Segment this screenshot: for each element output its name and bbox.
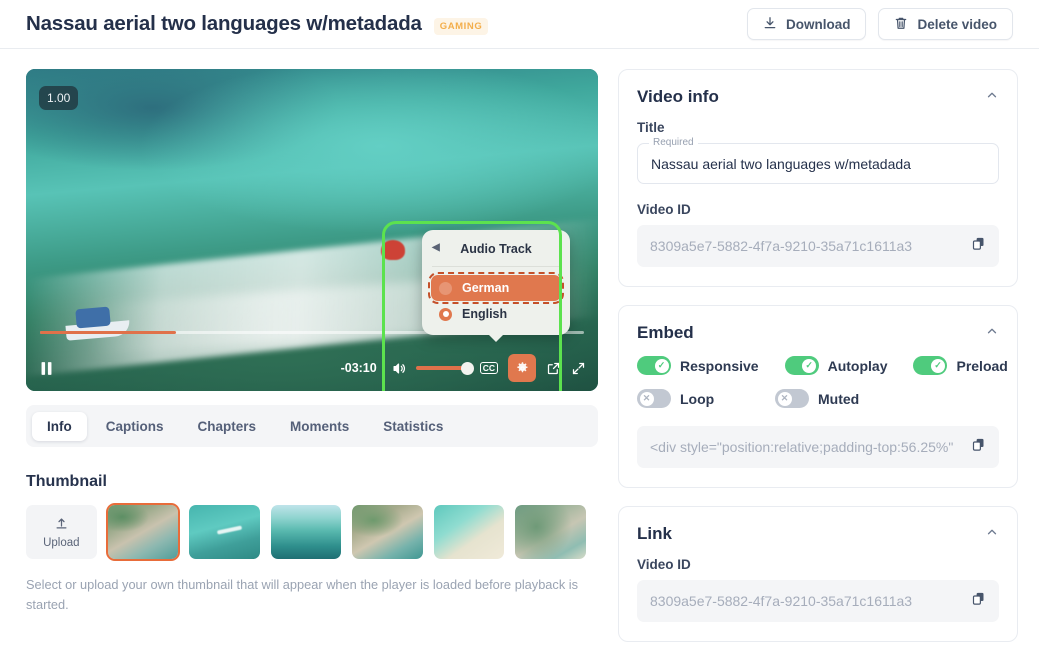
toggle-autoplay-label: Autoplay	[827, 357, 888, 374]
delete-video-button[interactable]: Delete video	[878, 8, 1013, 40]
player-controls: -03:10 CC	[26, 345, 598, 391]
toggle-preload[interactable]: ✓ Preload	[913, 356, 1008, 375]
audio-track-option-label: English	[462, 307, 508, 321]
playback-speed-badge: 1.00	[39, 86, 79, 110]
fullscreen-icon[interactable]	[571, 361, 586, 376]
captions-icon[interactable]: CC	[479, 361, 498, 375]
audio-track-menu[interactable]: ◀ Audio Track German English	[422, 230, 570, 342]
title-input[interactable]	[651, 155, 985, 172]
toggle-switch-icon: ✕	[637, 389, 671, 408]
thumbnail-option-2[interactable]	[189, 505, 260, 559]
video-id-field-label: Video ID	[637, 202, 691, 217]
embed-code-field-wrapper	[637, 426, 999, 468]
download-button[interactable]: Download	[746, 8, 867, 40]
copy-icon[interactable]	[963, 236, 986, 256]
radio-icon	[439, 281, 452, 295]
volume-slider[interactable]	[415, 361, 474, 375]
thumbnail-option-3[interactable]	[270, 505, 342, 559]
link-title: Link	[637, 524, 672, 543]
page-title: Nassau aerial two languages w/metadada	[26, 12, 422, 35]
audio-track-menu-header: ◀ Audio Track	[432, 239, 560, 267]
toggle-autoplay[interactable]: ✓ Autoplay	[784, 356, 888, 375]
toggle-muted-label: Muted	[818, 390, 860, 407]
time-remaining: -03:10	[340, 361, 377, 375]
video-player[interactable]: 1.00 ◀ Audio Track German English -03:10…	[26, 69, 598, 391]
link-video-id-field-wrapper	[637, 580, 999, 622]
toggle-switch-icon: ✓	[784, 356, 819, 375]
toggle-loop[interactable]: ✕ Loop	[637, 389, 749, 408]
tab-statistics[interactable]: Statistics	[368, 412, 458, 441]
video-info-title: Video info	[637, 87, 719, 106]
audio-track-option-label: German	[462, 281, 510, 295]
thumbnail-help-text: Select or upload your own thumbnail that…	[26, 577, 579, 613]
header-actions: Download Delete video	[746, 8, 1013, 40]
volume-icon[interactable]	[391, 361, 406, 376]
video-info-card-header: Video info	[637, 87, 999, 107]
video-id-field-wrapper	[637, 225, 999, 267]
video-id-input[interactable]	[650, 238, 963, 254]
chevron-up-icon[interactable]	[985, 324, 999, 343]
left-column: 1.00 ◀ Audio Track German English -03:10…	[0, 49, 612, 653]
title-field-wrapper: Required	[637, 137, 999, 184]
toggle-responsive[interactable]: ✓ Responsive	[637, 356, 759, 375]
thumbnail-option-5[interactable]	[433, 505, 505, 559]
tab-info[interactable]: Info	[32, 411, 87, 441]
video-info-card: Video info Title Required Video ID	[618, 69, 1018, 287]
thumbnail-option-4[interactable]	[352, 505, 423, 559]
thumbnail-list: Upload	[26, 503, 587, 561]
audio-track-option-german[interactable]: German	[428, 272, 564, 304]
open-external-icon[interactable]	[546, 361, 561, 376]
download-label: Download	[785, 16, 851, 32]
trash-icon	[894, 16, 908, 33]
embed-toggle-row-2: ✕ Loop ✕ Muted	[637, 389, 999, 408]
chevron-up-icon[interactable]	[985, 525, 999, 544]
delete-video-label: Delete video	[917, 16, 997, 32]
right-column: Video info Title Required Video ID	[612, 49, 1039, 653]
tab-moments[interactable]: Moments	[275, 412, 364, 441]
audio-track-option-english[interactable]: English	[431, 301, 561, 327]
back-chevron-icon[interactable]: ◀	[432, 242, 440, 253]
toggle-loop-label: Loop	[680, 390, 715, 407]
link-video-id-input[interactable]	[650, 593, 963, 609]
page-header: Nassau aerial two languages w/metadada G…	[0, 0, 1039, 49]
download-icon	[763, 16, 777, 33]
radio-icon	[439, 307, 452, 321]
thumbnail-upload-button[interactable]: Upload	[26, 505, 97, 559]
toggle-switch-icon: ✕	[775, 389, 809, 408]
status-badge: GAMING	[433, 17, 489, 35]
toggle-muted[interactable]: ✕ Muted	[775, 389, 859, 408]
video-buoy-decor	[380, 239, 405, 260]
thumbnail-section-title: Thumbnail	[26, 473, 107, 490]
link-video-id-label: Video ID	[637, 557, 691, 572]
embed-card-header: Embed	[637, 323, 999, 343]
embed-card: Embed ✓ Responsive ✓ Autoplay ✓ Preload	[618, 305, 1018, 488]
title-field-legend: Required	[649, 137, 698, 148]
embed-toggle-row-1: ✓ Responsive ✓ Autoplay ✓ Preload	[637, 356, 1008, 375]
link-card: Link Video ID	[618, 506, 1018, 642]
title-field-label: Title	[637, 120, 665, 135]
upload-icon	[54, 516, 69, 534]
content-tabs: Info Captions Chapters Moments Statistic…	[26, 405, 598, 447]
thumbnail-upload-label: Upload	[43, 536, 80, 549]
embed-title: Embed	[637, 323, 694, 342]
toggle-switch-icon: ✓	[913, 356, 948, 375]
toggle-switch-icon: ✓	[637, 356, 671, 375]
embed-code-input[interactable]	[650, 439, 963, 455]
tab-captions[interactable]: Captions	[91, 412, 179, 441]
toggle-preload-label: Preload	[956, 357, 1008, 374]
copy-icon[interactable]	[963, 591, 986, 611]
thumbnail-option-6[interactable]	[515, 505, 587, 559]
tab-chapters[interactable]: Chapters	[183, 412, 272, 441]
audio-track-menu-title: Audio Track	[460, 242, 532, 256]
copy-icon[interactable]	[963, 437, 986, 457]
chevron-up-icon[interactable]	[985, 88, 999, 107]
toggle-responsive-label: Responsive	[680, 357, 759, 374]
settings-gear-button[interactable]	[508, 354, 536, 382]
pause-button[interactable]	[38, 359, 55, 378]
thumbnail-option-1[interactable]	[105, 503, 181, 561]
link-card-header: Link	[637, 524, 999, 544]
